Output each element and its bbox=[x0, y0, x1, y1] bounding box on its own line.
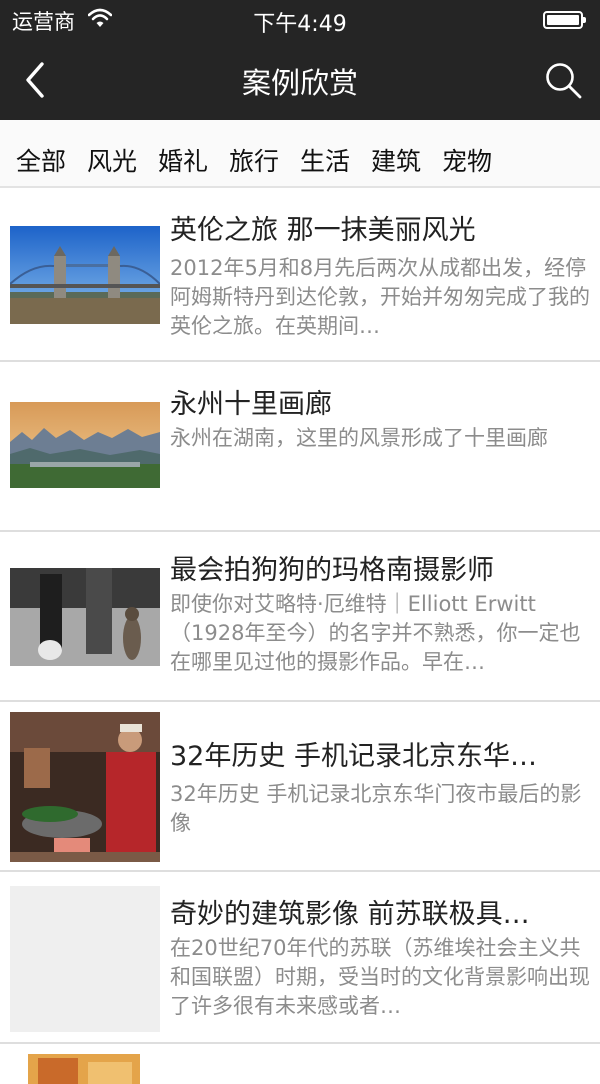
tower-bridge-thumbnail bbox=[10, 226, 160, 324]
clock: 下午4:49 bbox=[253, 12, 347, 37]
article-summary: 永州在湖南，这里的风景形成了十里画廊 bbox=[170, 426, 548, 450]
dogs-photo-thumbnail bbox=[10, 568, 160, 666]
article-title: 最会拍狗狗的玛格南摄影师 bbox=[170, 555, 494, 586]
list-item[interactable]: 英伦之旅 那一抹美丽风光 2012年5月和8月先后两次从成都出发，经停阿姆斯特丹… bbox=[0, 190, 600, 362]
tab-pets[interactable]: 宠物 bbox=[442, 142, 492, 178]
list-item[interactable] bbox=[0, 1044, 600, 1084]
category-tabs: 全部 风光 婚礼 旅行 生活 建筑 宠物 bbox=[0, 120, 600, 188]
article-summary: 2012年5月和8月先后两次从成都出发，经停阿姆斯特丹到达伦敦，开始并匆匆完成了… bbox=[170, 256, 590, 338]
list-item[interactable]: 32年历史 手机记录北京东华… 32年历史 手机记录北京东华门夜市最后的影像 bbox=[0, 702, 600, 872]
image-placeholder bbox=[10, 886, 160, 1032]
article-title: 32年历史 手机记录北京东华… bbox=[170, 741, 537, 772]
landscape-thumbnail bbox=[10, 402, 160, 488]
article-summary: 32年历史 手机记录北京东华门夜市最后的影像 bbox=[170, 782, 582, 835]
tab-life[interactable]: 生活 bbox=[300, 142, 350, 178]
search-button[interactable] bbox=[543, 60, 583, 100]
battery-icon bbox=[543, 11, 586, 29]
next-thumbnail bbox=[28, 1054, 140, 1084]
list-item[interactable]: 最会拍狗狗的玛格南摄影师 即使你对艾略特·厄维特｜Elliott Erwitt（… bbox=[0, 532, 600, 702]
app-header: 运营商 下午4:49 案例欣赏 bbox=[0, 0, 600, 120]
tab-travel[interactable]: 旅行 bbox=[229, 142, 279, 178]
list-item[interactable]: 奇妙的建筑影像 前苏联极具… 在20世纪70年代的苏联（苏维埃社会主义共和国联盟… bbox=[0, 872, 600, 1044]
nav-bar: 案例欣赏 bbox=[0, 40, 600, 120]
article-summary: 即使你对艾略特·厄维特｜Elliott Erwitt（1928年至今）的名字并不… bbox=[170, 592, 581, 674]
article-title: 奇妙的建筑影像 前苏联极具… bbox=[170, 899, 530, 930]
list-item[interactable]: 永州十里画廊 永州在湖南，这里的风景形成了十里画廊 bbox=[0, 362, 600, 532]
article-summary: 在20世纪70年代的苏联（苏维埃社会主义共和国联盟）时期，受当时的文化背景影响出… bbox=[170, 936, 590, 1018]
article-title: 永州十里画廊 bbox=[170, 389, 332, 420]
page-title: 案例欣赏 bbox=[241, 66, 358, 100]
article-title: 英伦之旅 那一抹美丽风光 bbox=[170, 215, 476, 246]
tab-wedding[interactable]: 婚礼 bbox=[158, 142, 208, 178]
status-bar: 运营商 下午4:49 bbox=[0, 0, 600, 40]
tab-scenery[interactable]: 风光 bbox=[87, 142, 137, 178]
tab-architecture[interactable]: 建筑 bbox=[371, 142, 421, 178]
night-market-thumbnail bbox=[10, 712, 160, 862]
tab-all[interactable]: 全部 bbox=[16, 142, 66, 178]
